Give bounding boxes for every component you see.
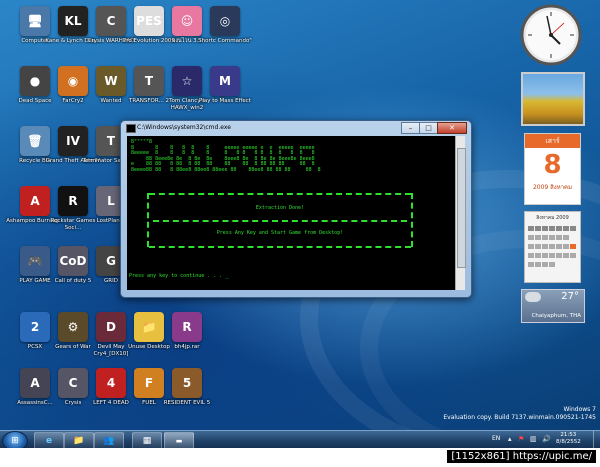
- windows-logo-icon: ⊞: [11, 436, 19, 446]
- tray-arrow-icon[interactable]: ▴: [508, 435, 512, 443]
- box-right-border: [411, 193, 416, 247]
- desktop[interactable]: 🖥 Computer KL Kane & Lynch Dea... C Crysis WA…: [0, 0, 600, 430]
- size-badge: [1152x861] https://upic.me/: [447, 450, 596, 463]
- taskbar: ⊞ e 📁 👥 ▦ ▬ EN ▴ ⚑ ▥ 🔊 21:53 8/8/2552: [0, 430, 600, 451]
- ascii-art-banner: 8"""""8 8 8 8 8 8 8 eeeee eeeee e e eeeee…: [131, 139, 321, 173]
- internet-explorer-icon: e: [45, 436, 53, 446]
- continue-prompt: Press any key to continue . . . _: [129, 273, 229, 279]
- clock-date: 8/8/2552: [556, 439, 581, 445]
- clock-gadget[interactable]: [520, 4, 582, 66]
- app-icon: 5: [172, 368, 202, 398]
- desktop-icon[interactable]: M Play to Mass Effect: [196, 66, 254, 105]
- app-icon: R: [172, 312, 202, 342]
- desktop-icon-label: Play to Mass Effect: [199, 98, 251, 104]
- box-bottom-border: [149, 246, 411, 249]
- calendar-gadget[interactable]: เสาร์ 8 2009 สิงหาคม: [524, 133, 581, 205]
- minimize-button[interactable]: –: [401, 122, 420, 134]
- action-center-icon[interactable]: ⚑: [518, 435, 524, 443]
- console-scrollbar[interactable]: [455, 136, 466, 290]
- folder-icon: 📁: [73, 436, 85, 446]
- desktop-icon[interactable]: Rbh4jp.rar: [158, 312, 216, 351]
- extraction-message: Extraction Done!: [255, 205, 305, 211]
- mini-calendar-gadget[interactable]: สิงหาคม 2009: [524, 211, 581, 283]
- desktop-icon-label: Shortc Commando": [198, 38, 252, 44]
- desktop-icon[interactable]: 5 RESIDENT EVIL 5: [158, 368, 216, 407]
- box-top-border: [149, 193, 411, 196]
- clock-time: 21:53: [560, 432, 577, 438]
- archive-icon: ▦: [142, 436, 152, 446]
- weather-location: Chaiyaphum, THA: [531, 313, 581, 319]
- desktop-icon-label: bh4jp.rar: [174, 344, 200, 350]
- messenger-icon: 👥: [103, 436, 115, 446]
- network-icon[interactable]: ▥: [530, 435, 537, 443]
- weather-temperature: 27°: [561, 291, 579, 302]
- cmd-window[interactable]: C:\Windows\system32\cmd.exe – □ ✕ 8"""""…: [120, 120, 472, 298]
- mini-calendar-header: สิงหาคม 2009: [536, 215, 569, 221]
- slideshow-gadget[interactable]: [521, 72, 585, 126]
- box-left-border: [147, 193, 152, 247]
- app-icon: ◎: [210, 6, 240, 36]
- calendar-month: 2009 สิงหาคม: [532, 184, 573, 191]
- calendar-day: 8: [543, 150, 562, 180]
- build-watermark: Evaluation copy. Build 7137.winmain.0905…: [443, 414, 596, 421]
- clock[interactable]: 21:53 8/8/2552: [556, 432, 581, 446]
- cloud-icon: [525, 292, 541, 302]
- close-button[interactable]: ✕: [437, 122, 467, 134]
- os-name: Windows 7: [563, 406, 596, 413]
- desktop-icon[interactable]: ◎ Shortc Commando": [196, 6, 254, 45]
- cmd-icon: [126, 124, 136, 133]
- app-icon: M: [210, 66, 240, 96]
- clock-icon: [520, 4, 582, 66]
- mini-calendar-grid: [528, 226, 576, 267]
- box-divider: [153, 220, 407, 223]
- weather-gadget[interactable]: 27° Chaiyaphum, THA: [521, 289, 585, 323]
- calendar-day-name: เสาร์: [525, 134, 580, 148]
- cmd-icon: ▬: [175, 437, 183, 445]
- show-desktop-button[interactable]: [593, 431, 600, 449]
- ascii-art-line: 8eeee88 88 8 88ee8 88ee8 88eee 88 88ee8 …: [131, 166, 321, 173]
- language-indicator[interactable]: EN: [492, 435, 500, 442]
- maximize-button[interactable]: □: [419, 122, 438, 134]
- cmd-titlebar[interactable]: C:\Windows\system32\cmd.exe – □ ✕: [121, 121, 471, 135]
- console-output[interactable]: 8"""""8 8 8 8 8 8 8 eeeee eeeee e e eeeee…: [127, 136, 455, 290]
- cmd-title: C:\Windows\system32\cmd.exe: [137, 124, 231, 131]
- press-key-message: Press Any Key and Start Game from Deskto…: [216, 230, 344, 236]
- image-footer: [1152x861] https://upic.me/: [0, 448, 600, 467]
- desktop-icon-label: RESIDENT EVIL 5: [163, 400, 211, 406]
- volume-icon[interactable]: 🔊: [542, 435, 551, 443]
